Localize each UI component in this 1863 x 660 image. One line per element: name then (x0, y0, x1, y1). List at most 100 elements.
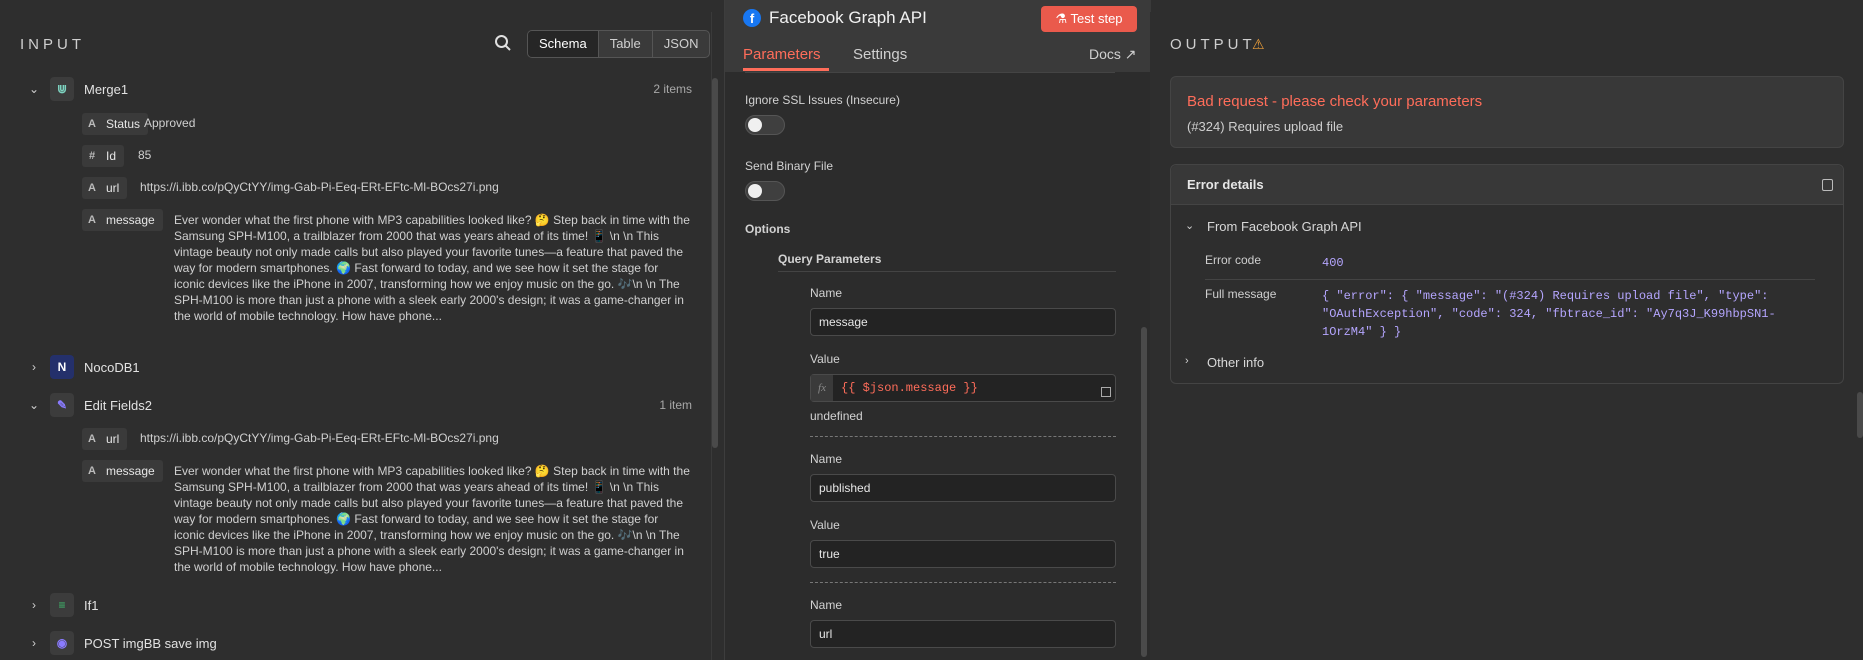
from-section-label[interactable]: From Facebook Graph API (1207, 219, 1362, 234)
field-url: A url https://i.ibb.co/pQyCtYY/img-Gab-P… (82, 177, 499, 199)
tree-node-merge1[interactable]: ⌄ ⋓ Merge1 2 items (0, 76, 712, 102)
node-name: Merge1 (84, 81, 129, 97)
param-value-label: Value (810, 518, 840, 532)
other-info-label[interactable]: Other info (1207, 355, 1264, 370)
string-type-icon: A (82, 428, 102, 450)
field-key: Id (102, 145, 125, 167)
chevron-down-icon[interactable]: ⌄ (28, 399, 40, 411)
chevron-down-icon[interactable]: ⌄ (1185, 219, 1194, 232)
param-name-input[interactable]: message (810, 308, 1116, 336)
param-value-input[interactable]: true (810, 540, 1116, 568)
param-name-label: Name (810, 452, 843, 466)
field-value: Approved (144, 116, 196, 130)
error-title: Bad request - please check your paramete… (1187, 93, 1483, 110)
nocodb-icon: N (50, 355, 74, 379)
string-type-icon: A (82, 177, 102, 199)
field-id: # Id 85 (82, 145, 151, 167)
tab-parameters[interactable]: Parameters (743, 46, 821, 63)
view-toggle: Schema Table JSON (527, 30, 711, 58)
output-title: OUTPUT (1170, 36, 1256, 53)
expand-icon[interactable] (1101, 387, 1111, 397)
input-scrollbar[interactable] (712, 78, 718, 448)
output-panel: OUTPUT ⚠ Bad request - please check your… (1150, 12, 1863, 660)
param-name-input[interactable]: published (810, 474, 1116, 502)
field-value: 85 (138, 148, 152, 162)
full-message-value: { "error": { "message": "(#324) Requires… (1322, 289, 1776, 339)
chevron-right-icon[interactable]: › (28, 599, 40, 611)
node-name: If1 (84, 597, 99, 613)
param-name-label: Name (810, 286, 843, 300)
query-parameters-label: Query Parameters (778, 252, 882, 266)
field-value: https://i.ibb.co/pQyCtYY/img-Gab-Pi-Eeq-… (140, 180, 499, 194)
merge-icon: ⋓ (50, 77, 74, 101)
copy-icon[interactable] (1822, 179, 1833, 191)
chevron-right-icon[interactable]: › (28, 637, 40, 649)
search-icon[interactable] (494, 34, 514, 54)
node-title[interactable]: Facebook Graph API (769, 8, 927, 28)
tree-node-nocodb1[interactable]: › N NocoDB1 (0, 354, 712, 380)
param-name-input[interactable]: url (810, 620, 1116, 648)
field-value: Ever wonder what the first phone with MP… (174, 464, 690, 574)
globe-icon: ◉ (50, 631, 74, 655)
field-value: https://i.ibb.co/pQyCtYY/img-Gab-Pi-Eeq-… (140, 431, 499, 445)
send-binary-label: Send Binary File (745, 159, 834, 173)
docs-link[interactable]: Docs ↗ (1089, 46, 1137, 63)
node-header: f Facebook Graph API ⚗ Test step Paramet… (725, 0, 1151, 72)
facebook-icon: f (743, 9, 761, 27)
ignore-ssl-label: Ignore SSL Issues (Insecure) (745, 93, 900, 107)
tab-json[interactable]: JSON (653, 31, 710, 57)
if-icon: ≡ (50, 593, 74, 617)
field-key: message (102, 460, 163, 482)
divider (778, 271, 1116, 272)
send-binary-toggle[interactable] (745, 181, 785, 201)
error-message-box: Bad request - please check your paramete… (1170, 76, 1844, 148)
field-url: A url https://i.ibb.co/pQyCtYY/img-Gab-P… (82, 428, 499, 450)
options-label: Options (745, 222, 791, 236)
test-step-button[interactable]: ⚗ Test step (1041, 6, 1137, 32)
app-root: { "input": { "title": "INPUT", "view_tab… (0, 0, 1863, 660)
error-code-value: 400 (1322, 256, 1344, 270)
field-key: Status (102, 113, 149, 135)
chevron-down-icon[interactable]: ⌄ (28, 83, 40, 95)
input-title: INPUT (20, 36, 85, 53)
warning-icon: ⚠ (1252, 36, 1265, 52)
parameters-scrollbar[interactable] (1141, 327, 1147, 657)
param-value-expression[interactable]: fx {{ $json.message }} (810, 374, 1116, 402)
error-subtitle: (#324) Requires upload file (1187, 119, 1344, 134)
node-name: NocoDB1 (84, 359, 140, 375)
item-count: 1 item (659, 398, 692, 412)
tree-node-edit-fields2[interactable]: ⌄ ✎ Edit Fields2 1 item (0, 392, 712, 418)
tab-schema[interactable]: Schema (528, 31, 599, 57)
expression-text: {{ $json.message }} (841, 381, 978, 395)
string-type-icon: A (82, 209, 102, 231)
chevron-right-icon[interactable]: › (28, 361, 40, 373)
error-details-box: Error details ⌄ From Facebook Graph API … (1170, 164, 1844, 384)
chevron-right-icon[interactable]: › (1185, 355, 1189, 367)
field-key: message (102, 209, 163, 231)
field-message: A message Ever wonder what the first pho… (82, 209, 690, 323)
field-message: A message Ever wonder what the first pho… (82, 460, 690, 574)
dashed-divider (810, 436, 1116, 437)
node-name: Edit Fields2 (84, 397, 152, 413)
field-key: url (102, 177, 128, 199)
tree-node-post-imgbb[interactable]: › ◉ POST imgBB save img (0, 630, 712, 656)
tab-settings[interactable]: Settings (853, 46, 907, 63)
string-type-icon: A (82, 113, 102, 135)
error-code-key: Error code (1205, 253, 1262, 267)
fx-icon: fx (811, 375, 833, 401)
tree-node-if1[interactable]: › ≡ If1 (0, 592, 712, 618)
ignore-ssl-toggle[interactable] (745, 115, 785, 135)
node-name: POST imgBB save img (84, 635, 217, 651)
pencil-icon: ✎ (50, 393, 74, 417)
node-parameters-panel: f Facebook Graph API ⚗ Test step Paramet… (724, 0, 1151, 660)
external-link-icon: ↗ (1124, 46, 1137, 62)
number-type-icon: # (82, 145, 102, 167)
panel-resize-handle[interactable] (1857, 392, 1863, 438)
full-message-key: Full message (1205, 287, 1277, 301)
test-step-label: Test step (1070, 11, 1123, 26)
tab-table[interactable]: Table (599, 31, 653, 57)
param-name-label: Name (810, 598, 843, 612)
divider (1205, 279, 1815, 280)
dashed-divider (810, 582, 1116, 583)
param-value-label: Value (810, 352, 840, 366)
